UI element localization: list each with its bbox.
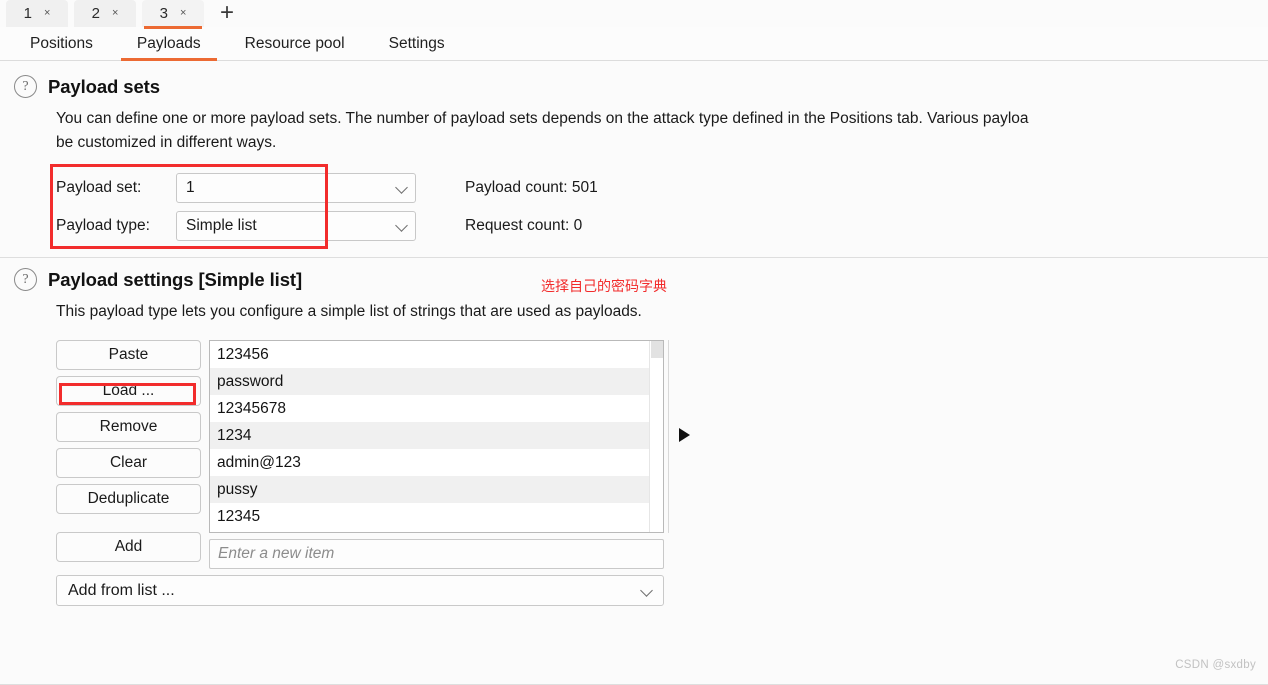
close-icon[interactable]: × — [44, 8, 50, 19]
deduplicate-button[interactable]: Deduplicate — [56, 484, 201, 514]
new-tab-plus-icon[interactable]: + — [210, 0, 244, 27]
attack-tab-label: 2 — [91, 5, 100, 22]
payload-sets-section: ? Payload sets You can define one or mor… — [0, 61, 1268, 258]
chevron-down-icon — [640, 583, 653, 597]
list-item[interactable]: 12345 — [210, 503, 663, 530]
payload-set-label: Payload set: — [56, 179, 142, 196]
new-item-input[interactable] — [209, 539, 664, 569]
request-count-text: Request count: 0 — [465, 217, 583, 234]
list-item[interactable]: 1234 — [210, 422, 663, 449]
tab-settings[interactable]: Settings — [367, 27, 467, 61]
add-from-list-dropdown[interactable]: Add from list ... — [56, 575, 664, 606]
payload-sets-title: Payload sets — [48, 75, 160, 97]
list-action-buttons: Paste Load ... Remove Clear Deduplicate … — [56, 340, 201, 562]
watermark: CSDN @sxdby — [1175, 659, 1256, 671]
payload-list-scrollbar[interactable] — [649, 341, 663, 532]
section-tab-bar: Positions Payloads Resource pool Setting… — [0, 27, 1268, 61]
chevron-down-icon — [395, 181, 408, 194]
payload-count-text: Payload count: 501 — [465, 179, 598, 196]
payload-set-selected-value: 1 — [186, 179, 195, 196]
add-from-list-label: Add from list ... — [68, 581, 175, 599]
payload-set-dropdown[interactable]: 1 — [176, 173, 416, 203]
attack-tab-2[interactable]: 2 × — [74, 0, 136, 27]
close-icon[interactable]: × — [112, 8, 118, 19]
payload-sets-description-line2: be customized in different ways. — [56, 134, 277, 151]
annotation-chinese-note: 选择自己的密码字典 — [541, 278, 667, 294]
tab-resource-pool[interactable]: Resource pool — [223, 27, 367, 61]
list-item[interactable]: admin@123 — [210, 449, 663, 476]
payload-list-column: 123456 password 12345678 1234 admin@123 … — [209, 340, 690, 569]
paste-button[interactable]: Paste — [56, 340, 201, 370]
help-question-icon[interactable]: ? — [14, 75, 37, 98]
list-item[interactable]: pussy — [210, 476, 663, 503]
load-button[interactable]: Load ... — [56, 376, 201, 406]
payload-settings-title: Payload settings [Simple list] — [48, 268, 303, 290]
simple-list-editor: Paste Load ... Remove Clear Deduplicate … — [56, 340, 1268, 569]
payload-set-controls: Payload set: 1 Payload count: 501 Payloa… — [50, 164, 1268, 249]
payload-settings-section: ? Payload settings [Simple list] This pa… — [0, 258, 1268, 606]
list-item[interactable]: 123456 — [210, 341, 663, 368]
help-question-icon[interactable]: ? — [14, 268, 37, 291]
tab-positions[interactable]: Positions — [8, 27, 115, 61]
payload-settings-description: This payload type lets you configure a s… — [56, 303, 642, 320]
clear-button[interactable]: Clear — [56, 448, 201, 478]
attack-tab-3[interactable]: 3 × — [142, 0, 204, 29]
tab-payloads[interactable]: Payloads — [115, 27, 223, 61]
payload-sets-description-line1: You can define one or more payload sets.… — [56, 110, 1029, 127]
list-item[interactable]: password — [210, 368, 663, 395]
payload-list[interactable]: 123456 password 12345678 1234 admin@123 … — [209, 340, 664, 533]
payload-type-label: Payload type: — [56, 217, 150, 234]
attack-tab-label: 3 — [159, 5, 168, 22]
payload-sets-header: ? Payload sets — [0, 75, 1268, 98]
remove-button[interactable]: Remove — [56, 412, 201, 442]
chevron-down-icon — [395, 219, 408, 232]
attack-tab-strip: 1 × 2 × 3 × + — [0, 0, 1268, 29]
expand-arrow-icon[interactable] — [679, 428, 690, 442]
attack-tab-1[interactable]: 1 × — [6, 0, 68, 27]
add-button[interactable]: Add — [56, 532, 201, 562]
close-icon[interactable]: × — [180, 8, 186, 19]
payload-sets-body: You can define one or more payload sets.… — [0, 107, 1268, 249]
attack-tab-label: 1 — [23, 5, 32, 22]
scrollbar-thumb[interactable] — [651, 341, 663, 358]
vertical-divider — [668, 340, 669, 533]
list-item[interactable]: 12345678 — [210, 395, 663, 422]
burp-intruder-payloads-panel: 1 × 2 × 3 × + Positions Payloads Resourc… — [0, 0, 1268, 685]
payload-type-dropdown[interactable]: Simple list — [176, 211, 416, 241]
payload-type-selected-value: Simple list — [186, 217, 257, 234]
payload-settings-body: This payload type lets you configure a s… — [0, 300, 1268, 606]
